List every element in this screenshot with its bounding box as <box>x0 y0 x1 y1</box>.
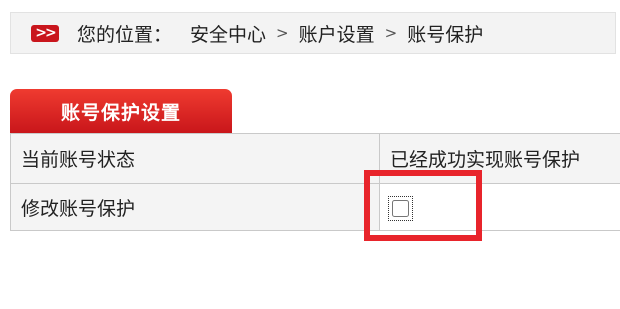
breadcrumb-item-account-settings[interactable]: 账户设置 <box>299 20 375 47</box>
breadcrumb-separator: > <box>384 24 398 42</box>
modify-protection-cell <box>379 183 620 231</box>
checkbox-focus-outline <box>388 195 413 221</box>
breadcrumb-item-security-center[interactable]: 安全中心 <box>190 20 266 47</box>
breadcrumb-item-account-protection: 账号保护 <box>407 23 484 46</box>
breadcrumb-prefix: 您的位置： <box>77 23 173 46</box>
breadcrumb: >> 您的位置： 安全中心 > 账户设置 > 账号保护 <box>10 12 616 54</box>
double-chevron-right-icon: >> <box>31 24 59 42</box>
table-row: 当前账号状态 已经成功实现账号保护 <box>10 133 620 184</box>
tab-account-protection-settings[interactable]: 账号保护设置 <box>10 89 232 134</box>
table-row: 修改账号保护 <box>10 183 620 231</box>
account-protection-table: 当前账号状态 已经成功实现账号保护 修改账号保护 <box>10 133 620 231</box>
modify-protection-checkbox[interactable] <box>392 199 409 217</box>
row-label: 修改账号保护 <box>10 183 380 231</box>
row-label: 当前账号状态 <box>10 133 380 184</box>
account-status-value: 已经成功实现账号保护 <box>379 133 620 184</box>
breadcrumb-separator: > <box>276 24 289 42</box>
